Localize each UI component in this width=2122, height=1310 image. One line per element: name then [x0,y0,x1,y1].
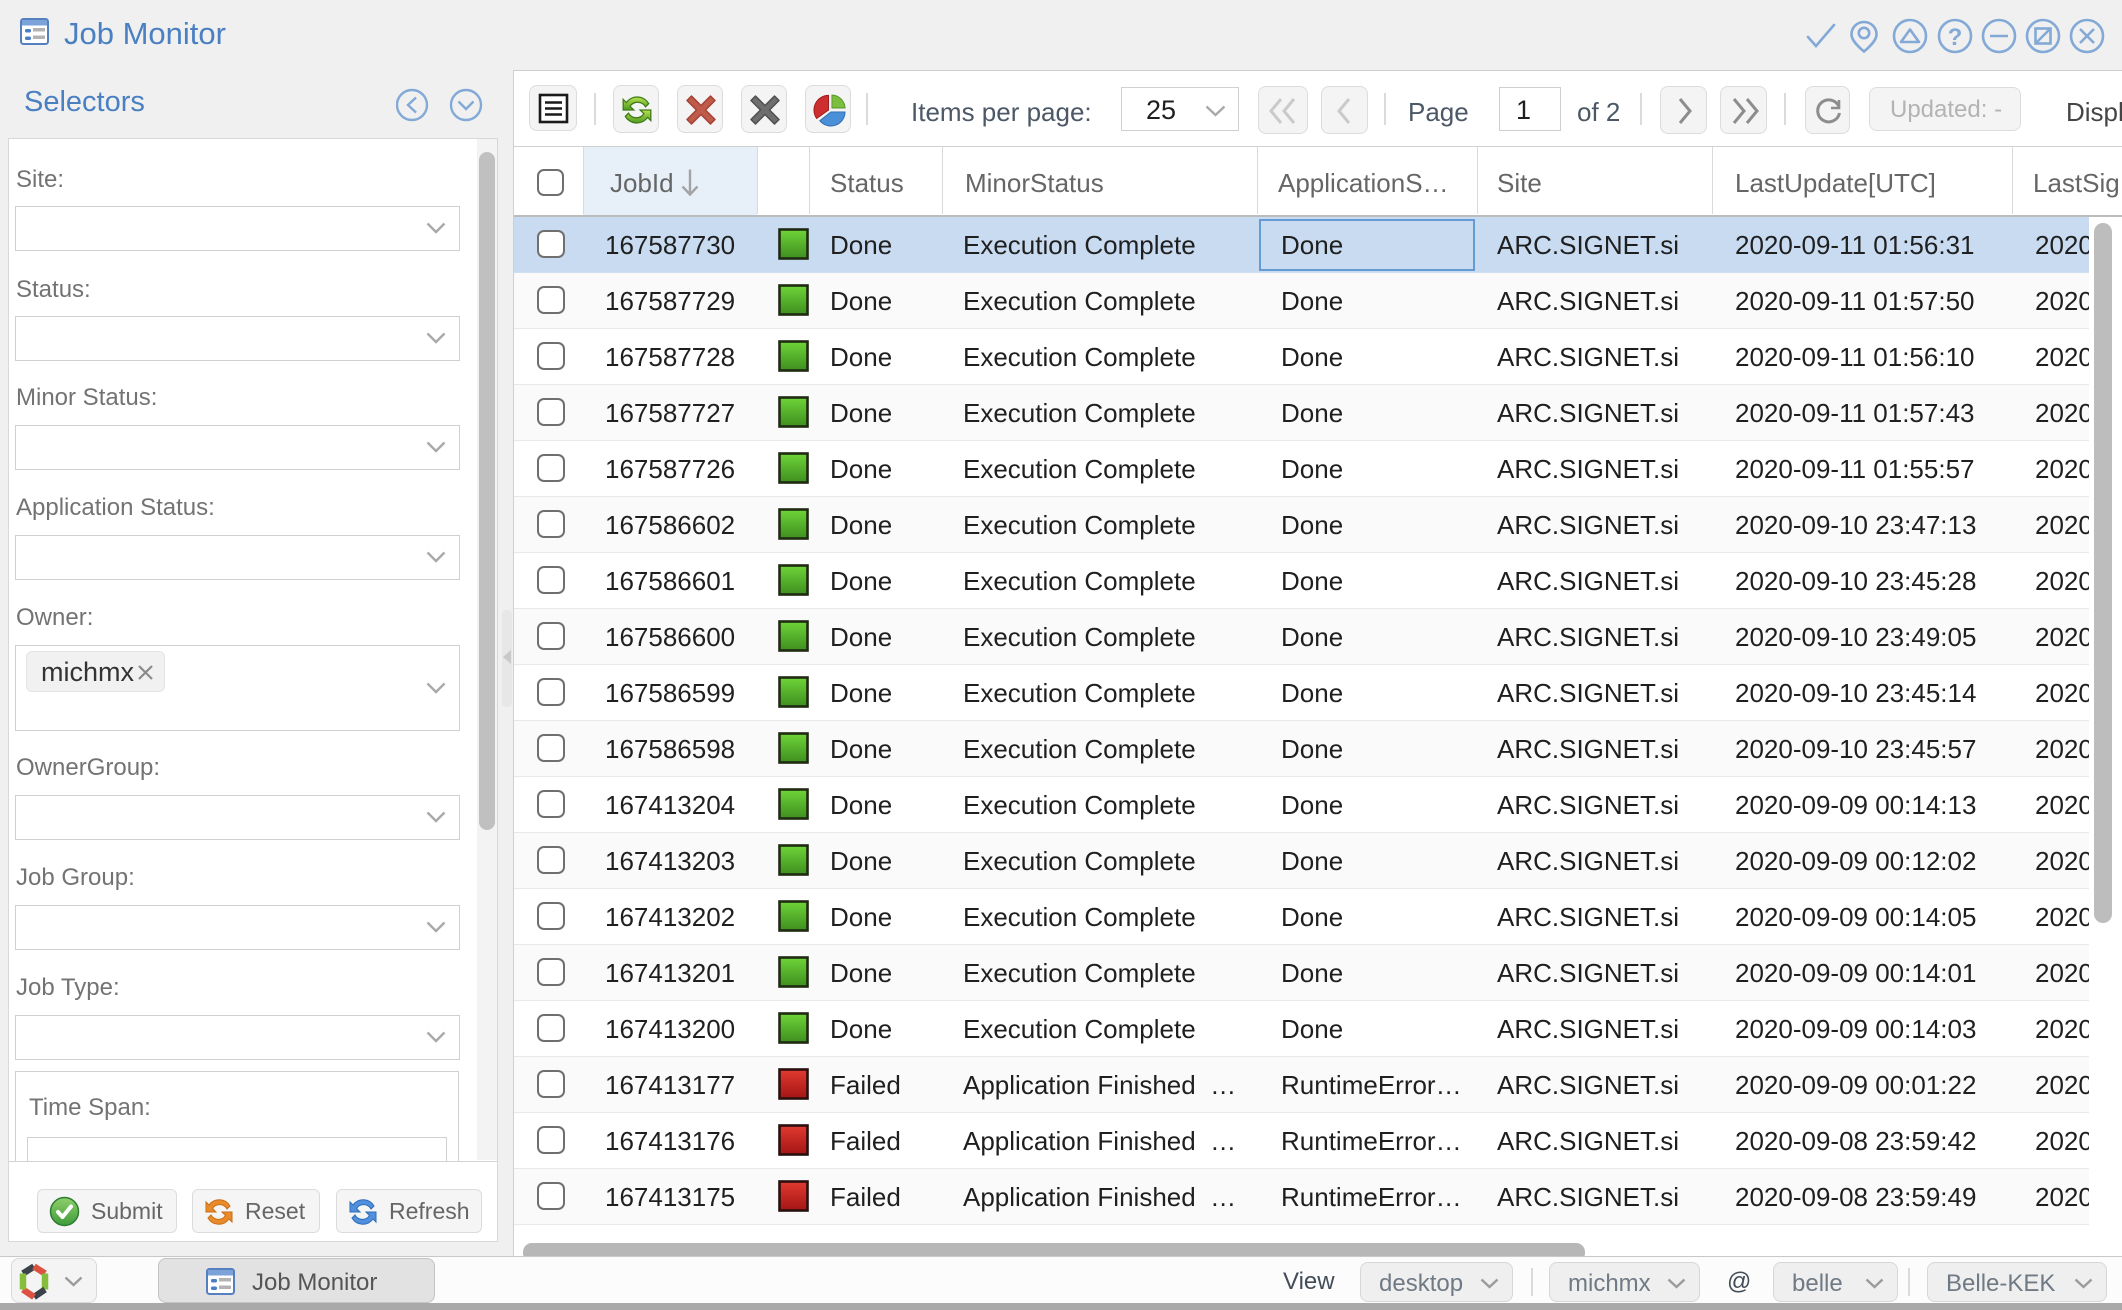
svg-text:?: ? [1948,24,1963,51]
